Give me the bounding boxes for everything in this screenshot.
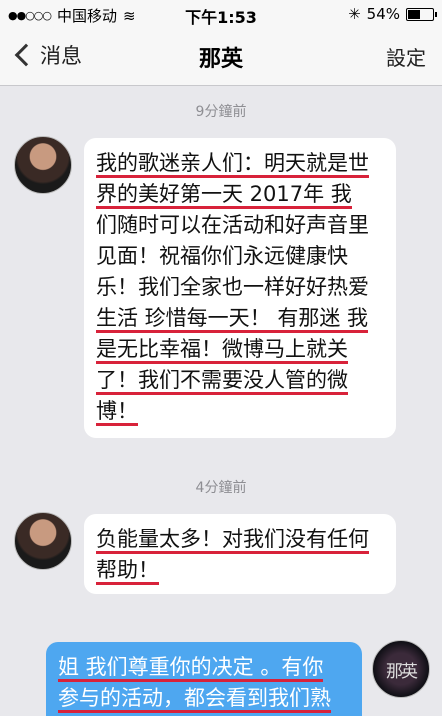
message-text: 负能量太多！对我们没有任何 (96, 527, 369, 554)
activity-icon: ✳ (348, 5, 361, 23)
chat-title: 那英 (198, 47, 243, 72)
status-bar: ●●○○○ 中国移动 ≋ 下午1:53 ✳ 54% (0, 0, 442, 28)
timestamp: 9分鐘前 (195, 104, 247, 120)
message-text: 帮助！ (96, 558, 159, 585)
message-text: 乐！我们全家也一样好好热爱 (96, 275, 369, 299)
battery-icon (406, 7, 437, 21)
message-bubble-1[interactable]: 我的歌迷亲人们：明天就是世 界的美好第一天 2017年 我 们随时可以在活动和好… (84, 138, 396, 438)
message-text: 界的美好第一天 2017年 我 (96, 182, 352, 209)
message-line: 界的美好第一天 2017年 我 (96, 179, 396, 210)
timestamp: 4分鐘前 (195, 480, 247, 496)
avatar-text: 那英 (386, 661, 418, 682)
message-line: 生活 珍惜每一天！ 有那迷 我 (96, 303, 396, 334)
message-line: 帮助！ (96, 555, 396, 586)
message-line: 了！我们不需要没人管的微 (96, 365, 396, 396)
message-line: 负能量太多！对我们没有任何 (96, 524, 396, 555)
settings-button[interactable]: 設定 (386, 42, 426, 71)
contact-avatar[interactable] (14, 512, 72, 570)
message-line: 姐 我们尊重你的决定 。有你 (58, 652, 362, 683)
message-line: 们随时可以在活动和好声音里 (96, 210, 396, 241)
nav-bar: 消息 那英 設定 (0, 28, 442, 86)
message-text: 是无比幸福！微博马上就关 (96, 337, 348, 364)
message-line: 是无比幸福！微博马上就关 (96, 334, 396, 365)
message-text: 生活 珍惜每一天！ 有那迷 我 (96, 306, 369, 333)
message-text: 们随时可以在活动和好声音里 (96, 213, 369, 237)
message-bubble-3[interactable]: 姐 我们尊重你的决定 。有你 参与的活动，都会看到我们熟 (46, 642, 362, 716)
message-line: 乐！我们全家也一样好好热爱 (96, 272, 396, 303)
message-line: 参与的活动，都会看到我们熟 (58, 683, 362, 714)
contact-avatar[interactable] (14, 136, 72, 194)
message-text: 博！ (96, 399, 138, 426)
my-avatar[interactable]: 那英 (372, 640, 430, 698)
message-text: 了！我们不需要没人管的微 (96, 368, 348, 395)
message-line: 见面！祝福你们永远健康快 (96, 241, 396, 272)
message-text: 见面！祝福你们永远健康快 (96, 244, 348, 268)
message-line: 博！ (96, 396, 396, 427)
message-line: 我的歌迷亲人们：明天就是世 (96, 148, 396, 179)
message-text: 参与的活动，都会看到我们熟 (58, 686, 331, 713)
message-bubble-2[interactable]: 负能量太多！对我们没有任何 帮助！ (84, 514, 396, 594)
message-text: 我的歌迷亲人们：明天就是世 (96, 151, 369, 178)
message-text: 姐 我们尊重你的决定 。有你 (58, 655, 324, 682)
battery-percent: 54% (366, 5, 400, 23)
